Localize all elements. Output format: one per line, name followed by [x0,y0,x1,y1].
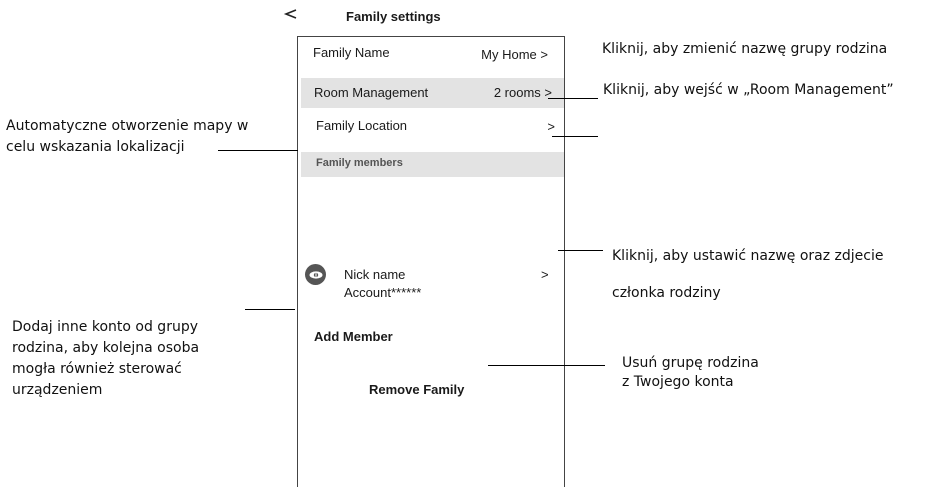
member-list-item[interactable] [301,258,564,306]
remove-family-button[interactable]: Remove Family [369,382,464,397]
leader-line-remove [488,365,605,366]
leader-line-member [558,250,603,251]
leader-line-location [218,150,298,151]
family-name-value: My Home > [481,47,548,62]
annotation-add-member-line4: urządzeniem [12,382,103,398]
annotation-member-line1: Kliknij, aby ustawić nazwę oraz zdjecie [612,248,884,264]
annotation-remove-line1: Usuń grupę rodzina [622,355,759,371]
annotation-family-name: Kliknij, aby zmienić nazwę grupy rodzina [602,41,888,57]
member-chevron-icon: > [541,267,549,282]
family-members-title: Family members [316,157,403,169]
annotation-add-member-line1: Dodaj inne konto od grupy [12,319,198,335]
leader-line-room-management [548,98,598,99]
annotation-location-line2: celu wskazania lokalizacji [6,139,185,155]
family-name-label: Family Name [313,45,390,60]
annotation-add-member-line2: rodzina, aby kolejna osoba [12,340,200,356]
member-nick-name: Nick name [344,267,406,282]
room-management-value: 2 rooms > [493,85,552,100]
annotation-member-line2: członka rodziny [612,285,721,301]
family-location-chevron: > [547,119,555,134]
room-management-label: Room Management [314,85,429,100]
leader-line-add-member [245,309,295,310]
annotation-add-member-line3: mogła również sterować [12,361,182,377]
leader-line-location-right [552,136,598,137]
annotation-location-line1: Automatyczne otworzenie mapy w [6,118,249,134]
user-avatar-icon [305,264,326,285]
annotation-remove-line2: z Twojego konta [622,374,734,390]
back-arrow-icon[interactable] [283,6,299,22]
add-member-button[interactable]: Add Member [314,329,393,344]
annotation-room-management: Kliknij, aby wejść w „Room Management” [603,82,894,98]
member-account: Account****** [344,285,422,300]
family-location-label: Family Location [316,118,408,133]
page-title: Family settings [346,9,441,24]
